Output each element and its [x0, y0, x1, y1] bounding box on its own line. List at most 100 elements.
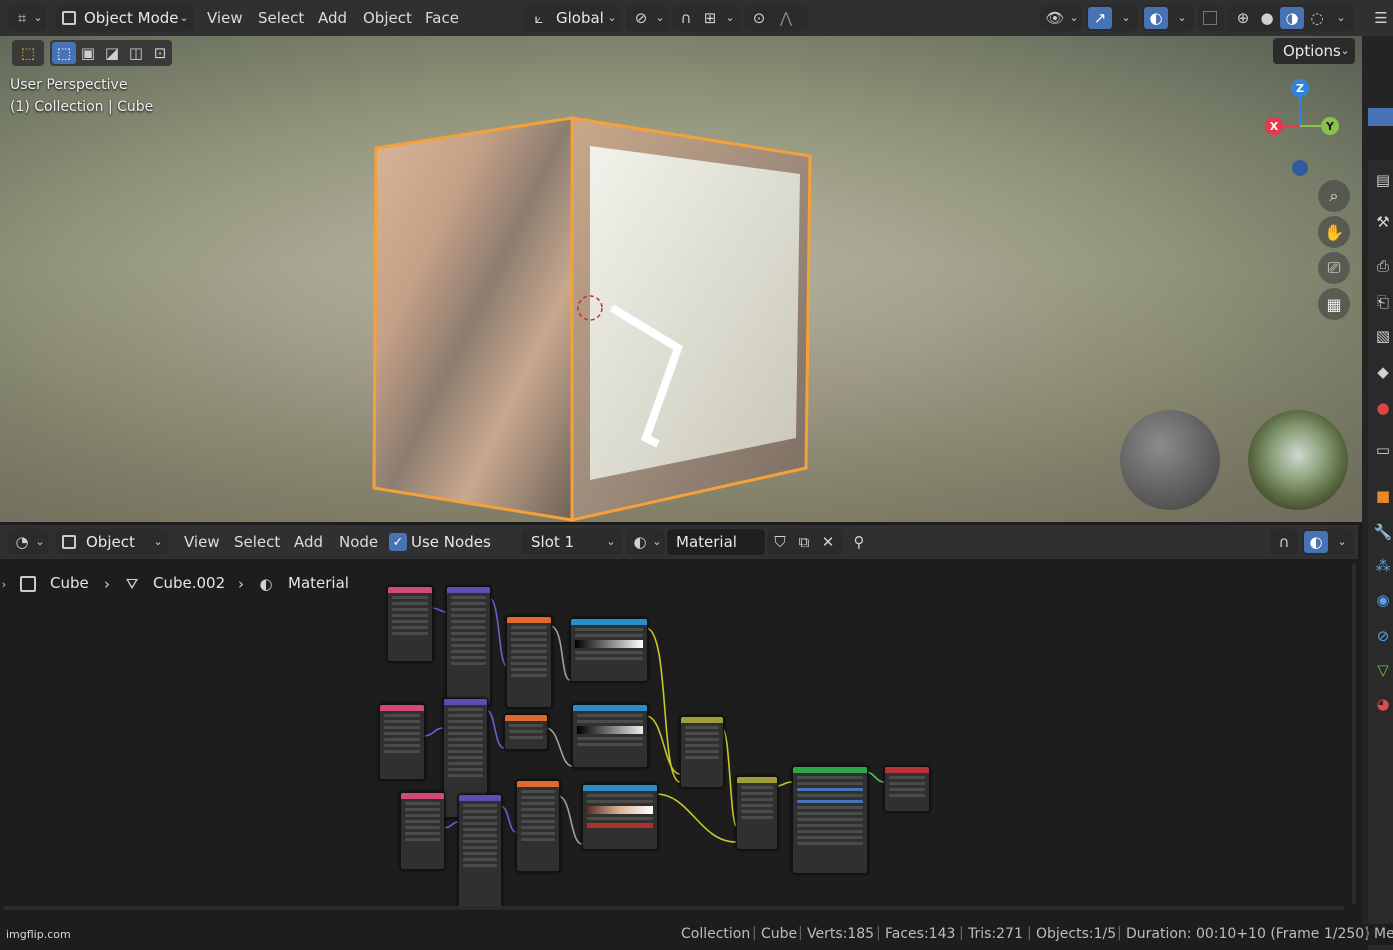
material-browse-button[interactable]: ◐ ⌄: [627, 529, 665, 555]
extend-icon[interactable]: ▣: [76, 40, 100, 66]
axis-z-label: Z: [1296, 82, 1304, 95]
options-label: Options: [1283, 42, 1341, 60]
selection-mode-buttons[interactable]: ⬚ ▣ ◪ ◫ ⊡: [50, 40, 172, 66]
node-scrollbar-vertical[interactable]: [1352, 564, 1356, 904]
fake-user-shield-icon[interactable]: ⛉: [769, 529, 791, 555]
node-material-output[interactable]: [884, 766, 930, 812]
tool-icon[interactable]: ⚒: [1372, 210, 1393, 234]
perspective-grid-icon[interactable]: ▦: [1318, 288, 1350, 320]
particles-icon[interactable]: ⁂: [1372, 554, 1393, 578]
view-layer-icon[interactable]: ▧: [1372, 324, 1393, 348]
node-mix-2[interactable]: [736, 776, 778, 850]
menu-add[interactable]: Add: [318, 5, 347, 31]
menu-select[interactable]: Select: [258, 5, 304, 31]
subtract-icon[interactable]: ◪: [100, 40, 124, 66]
node-menu-node[interactable]: Node: [339, 529, 378, 555]
object-properties-icon[interactable]: ■: [1372, 484, 1393, 508]
node-color-ramp-3[interactable]: [582, 784, 658, 850]
node-menu-select[interactable]: Select: [234, 529, 280, 555]
camera-icon[interactable]: ⎚: [1318, 252, 1350, 284]
gizmo-toggle[interactable]: ↗ ⌄: [1086, 5, 1138, 31]
menu-object[interactable]: Object: [363, 5, 412, 31]
constraints-icon[interactable]: ⊘: [1372, 624, 1393, 648]
select-tool-button[interactable]: ⬚: [12, 40, 44, 66]
collection-icon[interactable]: ▭: [1372, 438, 1393, 462]
node-gradient-texture[interactable]: [504, 714, 548, 750]
node-principled-bsdf[interactable]: [792, 766, 868, 874]
close-icon[interactable]: ✕: [817, 529, 839, 555]
node-noise-texture-2[interactable]: [516, 780, 560, 872]
menu-face[interactable]: Face: [425, 5, 459, 31]
node-menu-add[interactable]: Add: [294, 529, 323, 555]
options-dropdown[interactable]: Options ⌄: [1273, 38, 1355, 64]
xray-icon: [1203, 11, 1217, 25]
chevron-down-icon: ⌄: [1336, 11, 1346, 24]
rendered-shading-icon[interactable]: ◌: [1306, 5, 1328, 31]
node-mapping-3[interactable]: [458, 794, 502, 908]
node-links: [422, 597, 885, 845]
node-canvas[interactable]: › Cube › ⛛ Cube.002 › ◐ Material: [0, 560, 1358, 912]
xray-toggle[interactable]: [1198, 5, 1224, 31]
node-mix-1[interactable]: [680, 716, 724, 788]
material-sphere-icon: ◐: [633, 533, 647, 551]
node-snap-toggle[interactable]: ∩: [1270, 529, 1298, 555]
chevron-down-icon: ⌄: [1177, 11, 1187, 24]
select-box-icon[interactable]: ⬚: [52, 42, 76, 64]
solid-shading-icon[interactable]: ●: [1256, 5, 1278, 31]
duplicate-icon[interactable]: ⧉: [793, 529, 815, 555]
node-mapping-1[interactable]: [446, 586, 491, 706]
menu-view[interactable]: View: [207, 5, 243, 31]
mesh-data-icon[interactable]: ▽: [1372, 658, 1393, 682]
shading-modes[interactable]: ⊕ ● ◑ ◌ ⌄: [1228, 5, 1354, 31]
watermark: imgflip.com: [6, 928, 71, 941]
overlays-toggle[interactable]: ◐ ⌄: [1142, 5, 1194, 31]
difference-icon[interactable]: ◫: [124, 40, 148, 66]
physics-icon[interactable]: ◉: [1372, 588, 1393, 612]
editor-type-button[interactable]: ⌗ ⌄: [8, 5, 46, 31]
material-actions[interactable]: ⛉ ⧉ ✕: [767, 529, 843, 555]
node-texture-coordinate-2[interactable]: [379, 704, 425, 780]
node-editor-header: ◔ ⌄ Object ⌄ View Select Add Node ✓ Use …: [0, 525, 1358, 559]
node-editor-type-button[interactable]: ◔ ⌄: [8, 529, 48, 555]
zoom-icon[interactable]: ⌕: [1318, 180, 1350, 212]
scene-icon[interactable]: ◆: [1372, 360, 1393, 384]
node-menu-view[interactable]: View: [184, 529, 220, 555]
slot-dropdown[interactable]: Slot 1 ⌄: [521, 529, 621, 555]
node-texture-coordinate-1[interactable]: [387, 586, 433, 662]
material-preview-icon[interactable]: ◑: [1280, 7, 1304, 29]
output-icon[interactable]: ⎗: [1372, 290, 1393, 314]
modifier-wrench-icon[interactable]: 🔧: [1372, 520, 1393, 544]
navigation-gizmo[interactable]: Z Y X: [1258, 78, 1342, 182]
use-nodes-checkbox[interactable]: ✓: [389, 533, 407, 551]
material-properties-icon[interactable]: ◕: [1372, 692, 1393, 716]
node-texture-coordinate-3[interactable]: [400, 792, 445, 870]
outliner-selected-row[interactable]: [1368, 108, 1393, 126]
visibility-dropdown[interactable]: 👁 ⌄: [1040, 5, 1082, 31]
material-name-field[interactable]: Material: [667, 529, 765, 555]
render-icon[interactable]: ⎙: [1372, 254, 1393, 278]
snap-controls[interactable]: ∩ ⊞ ⌄: [672, 5, 740, 31]
status-tris: Tris:271: [968, 926, 1023, 942]
shader-type-dropdown[interactable]: Object ⌄: [56, 529, 168, 555]
wireframe-shading-icon[interactable]: ⊕: [1232, 5, 1254, 31]
mode-dropdown[interactable]: Object Mode ⌄: [56, 5, 194, 31]
3d-viewport[interactable]: ⬚ ⬚ ▣ ◪ ◫ ⊡ Options ⌄ User Perspective (…: [0, 36, 1362, 522]
node-color-ramp-1[interactable]: [570, 618, 648, 682]
node-color-ramp-2[interactable]: [572, 704, 648, 768]
world-icon[interactable]: ●: [1372, 396, 1393, 420]
node-scrollbar-horizontal[interactable]: [4, 906, 1344, 910]
pan-hand-icon[interactable]: ✋: [1318, 216, 1350, 248]
outliner-icon[interactable]: ☰: [1370, 6, 1392, 30]
proportional-editing[interactable]: ⊙ ⋀: [744, 5, 808, 31]
node-noise-texture-1[interactable]: [506, 616, 552, 708]
status-verts: Verts:185: [807, 926, 875, 942]
node-overlays-toggle[interactable]: ◐ ⌄: [1302, 529, 1354, 555]
pivot-point-dropdown[interactable]: ⊘ ⌄: [626, 5, 668, 31]
tool-settings-icon[interactable]: ▤: [1372, 168, 1393, 192]
cursor-icon: ⬚: [20, 44, 36, 62]
transform-orientation-dropdown[interactable]: ⟀ Global ⌄: [524, 5, 620, 31]
chevron-down-icon: ⌄: [1121, 11, 1131, 24]
cube-object[interactable]: [360, 108, 820, 522]
intersect-icon[interactable]: ⊡: [148, 40, 172, 66]
pin-icon[interactable]: ⚲: [848, 529, 870, 555]
